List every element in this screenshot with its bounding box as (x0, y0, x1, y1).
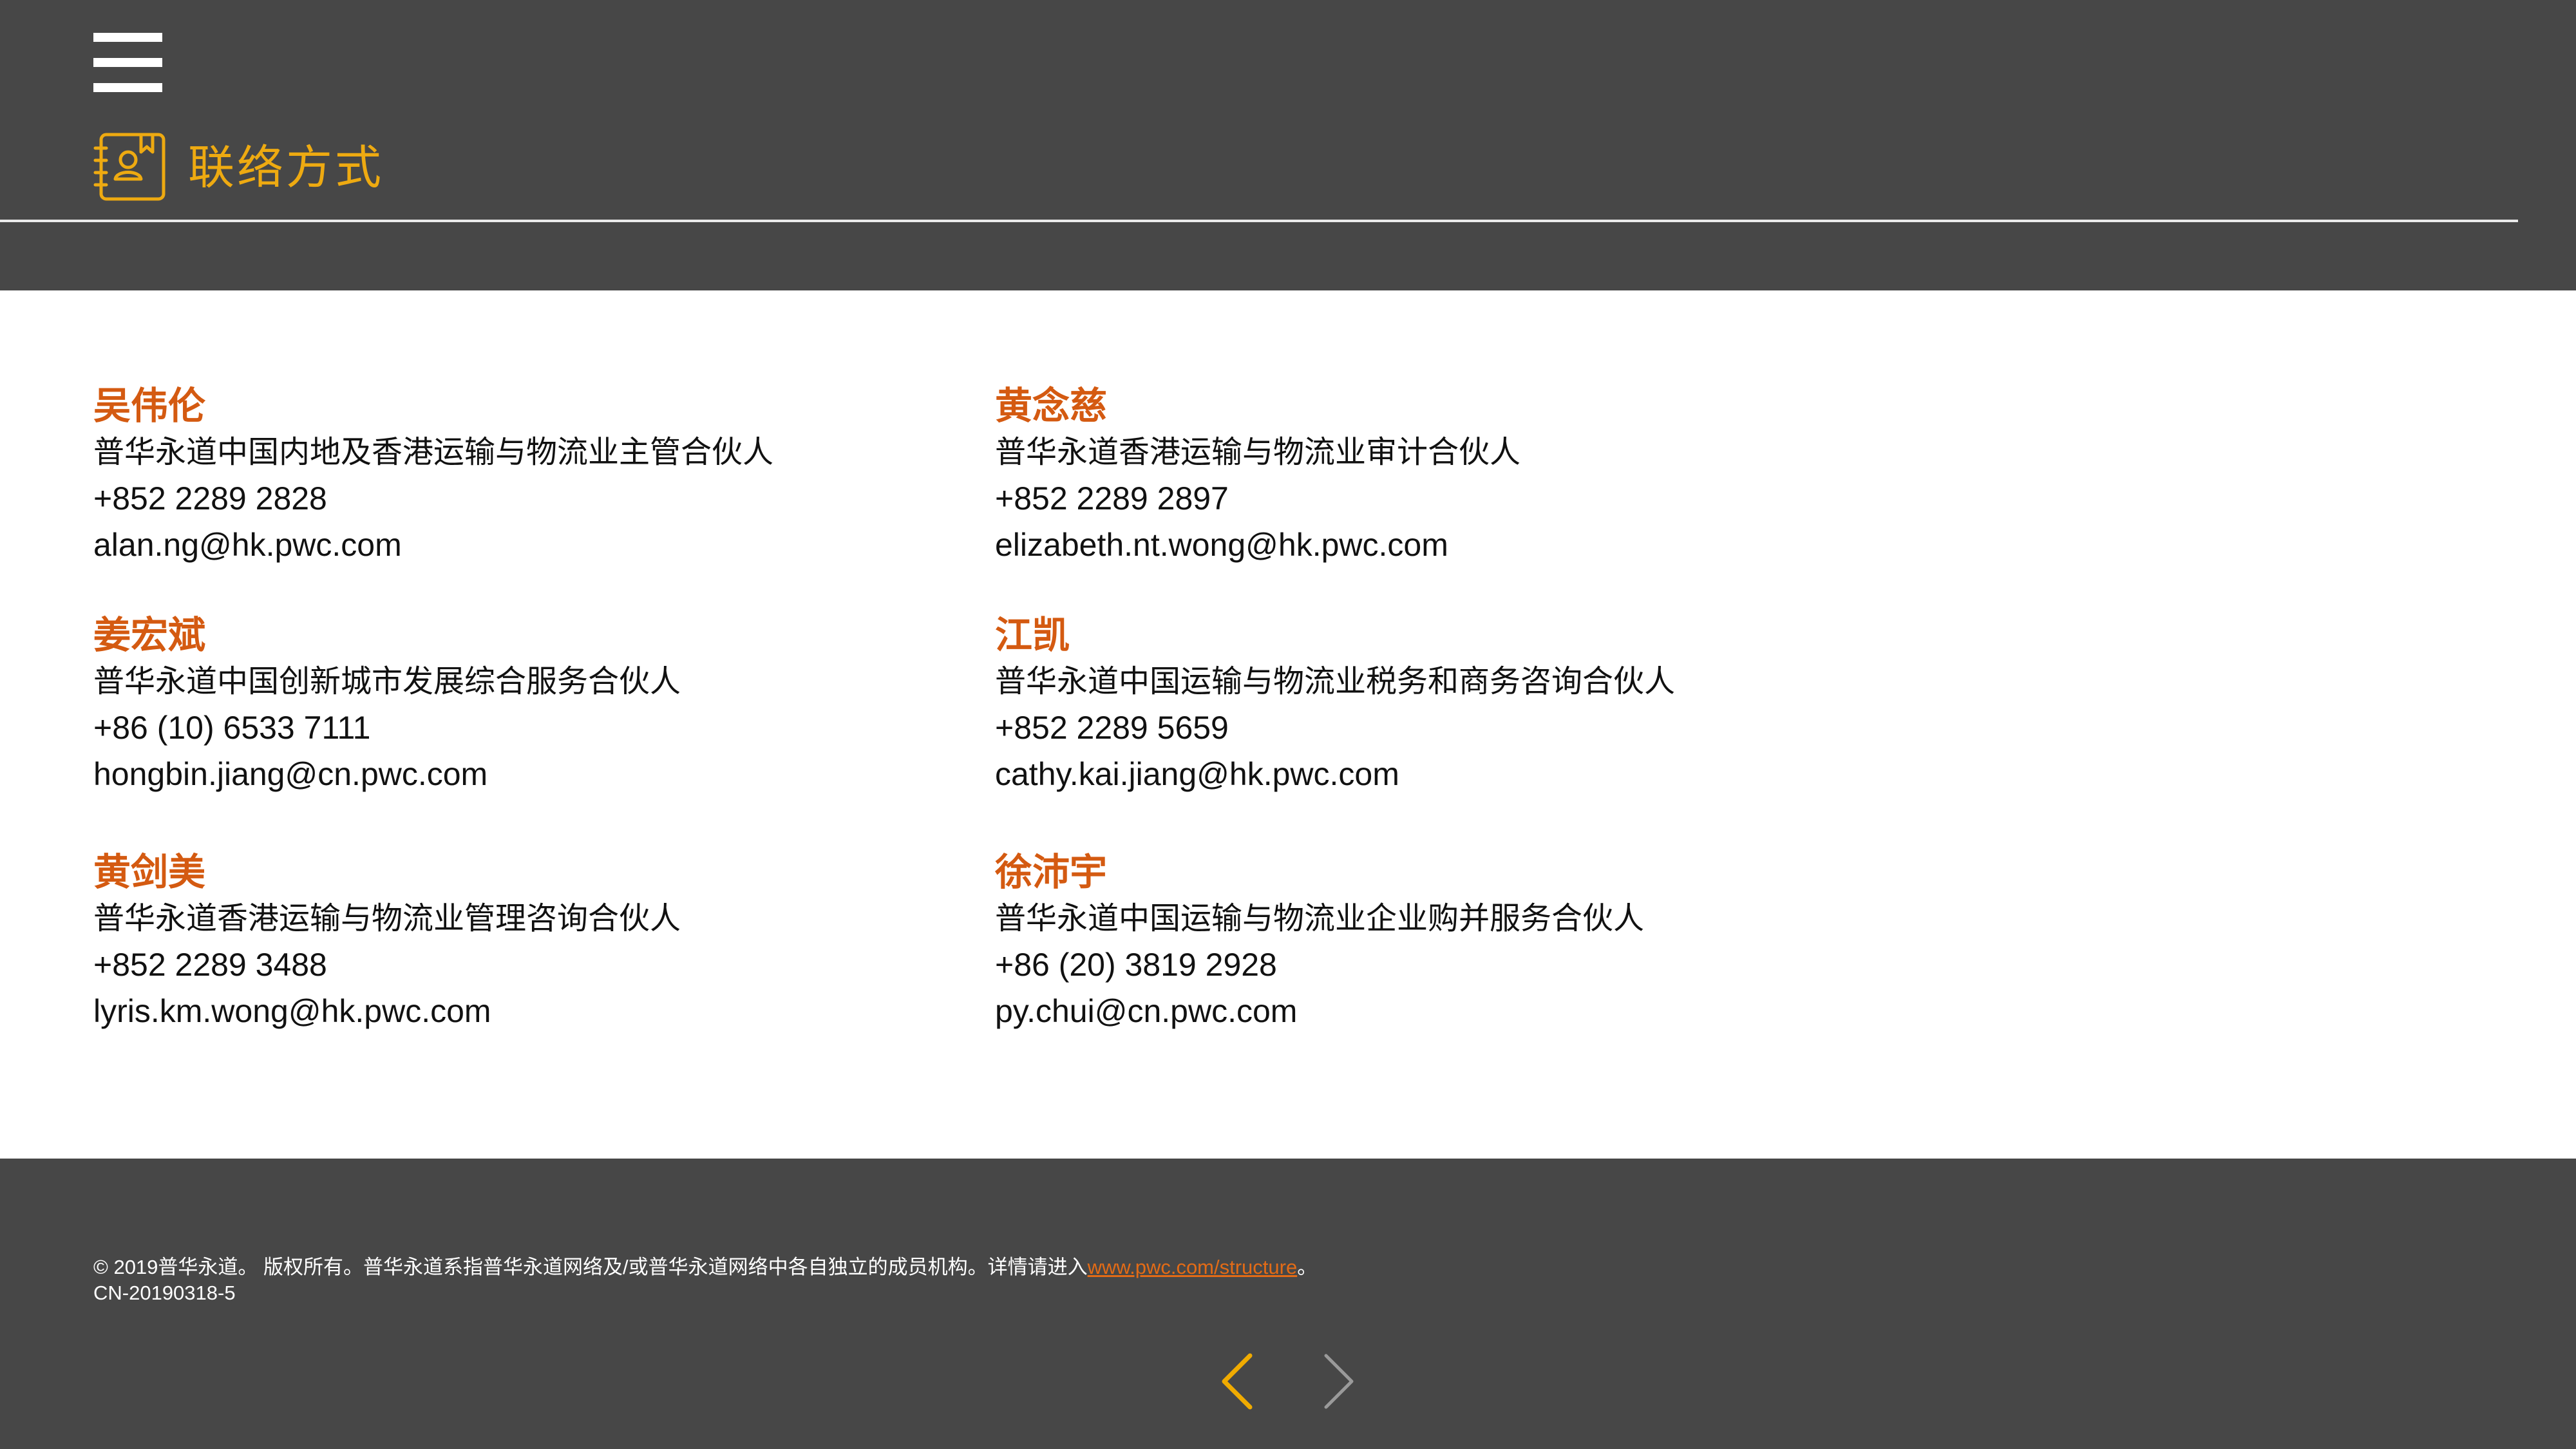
contact-card: 江凯 普华永道中国运输与物流业税务和商务咨询合伙人 +852 2289 5659… (995, 612, 1897, 797)
page-title: 联络方式 (188, 140, 384, 194)
contact-card: 徐沛宇 普华永道中国运输与物流业企业购并服务合伙人 +86 (20) 3819 … (995, 849, 1897, 1034)
contact-card: 姜宏斌 普华永道中国创新城市发展综合服务合伙人 +86 (10) 6533 71… (93, 612, 995, 797)
contact-role: 普华永道中国创新城市发展综合服务合伙人 (93, 663, 681, 699)
header-divider (0, 220, 2518, 222)
structure-link[interactable]: www.pwc.com/structure (1088, 1256, 1298, 1278)
contact-phone: +86 (20) 3819 2928 (995, 947, 1277, 983)
copyright-suffix: 。 (1297, 1256, 1318, 1278)
copyright-notice: © 2019普华永道。 版权所有。普华永道系指普华永道网络及/或普华永道网络中各… (93, 1255, 1317, 1306)
contact-role: 普华永道香港运输与物流业审计合伙人 (995, 434, 1521, 470)
contact-role: 普华永道中国内地及香港运输与物流业主管合伙人 (93, 434, 774, 470)
contact-role: 普华永道中国运输与物流业企业购并服务合伙人 (995, 900, 1645, 936)
contact-name: 姜宏斌 (93, 613, 206, 657)
contact-role: 普华永道中国运输与物流业税务和商务咨询合伙人 (995, 663, 1676, 699)
contact-name: 黄念慈 (995, 384, 1108, 428)
contact-card: 吴伟伦 普华永道中国内地及香港运输与物流业主管合伙人 +852 2289 282… (93, 383, 995, 568)
contact-role: 普华永道香港运输与物流业管理咨询合伙人 (93, 900, 681, 936)
chevron-left-icon[interactable] (1215, 1350, 1260, 1412)
header: 联络方式 (0, 0, 2576, 290)
contact-phone: +852 2289 5659 (995, 710, 1229, 746)
contact-name: 江凯 (995, 613, 1070, 657)
chevron-right-icon[interactable] (1316, 1350, 1361, 1412)
contact-name: 吴伟伦 (93, 384, 206, 428)
contact-name: 徐沛宇 (995, 850, 1108, 894)
contact-email[interactable]: hongbin.jiang@cn.pwc.com (93, 751, 995, 797)
contact-phone: +852 2289 2897 (995, 480, 1229, 516)
contact-card: 黄剑美 普华永道香港运输与物流业管理咨询合伙人 +852 2289 3488 l… (93, 849, 995, 1034)
contact-book-icon (93, 133, 166, 201)
contact-email[interactable]: alan.ng@hk.pwc.com (93, 522, 995, 568)
footer: © 2019普华永道。 版权所有。普华永道系指普华永道网络及/或普华永道网络中各… (0, 1159, 2576, 1449)
copyright-text: © 2019普华永道。 版权所有。普华永道系指普华永道网络及/或普华永道网络中各… (93, 1256, 1088, 1278)
contact-email[interactable]: elizabeth.nt.wong@hk.pwc.com (995, 522, 1897, 568)
contact-email[interactable]: py.chui@cn.pwc.com (995, 988, 1897, 1034)
contact-phone: +852 2289 2828 (93, 480, 327, 516)
contact-name: 黄剑美 (93, 850, 206, 894)
hamburger-menu-icon[interactable] (93, 33, 162, 92)
document-id: CN-20190318-5 (93, 1282, 236, 1304)
contact-phone: +86 (10) 6533 7111 (93, 710, 371, 746)
contact-email[interactable]: lyris.km.wong@hk.pwc.com (93, 988, 995, 1034)
contact-card: 黄念慈 普华永道香港运输与物流业审计合伙人 +852 2289 2897 eli… (995, 383, 1897, 568)
contact-phone: +852 2289 3488 (93, 947, 327, 983)
contact-email[interactable]: cathy.kai.jiang@hk.pwc.com (995, 751, 1897, 797)
